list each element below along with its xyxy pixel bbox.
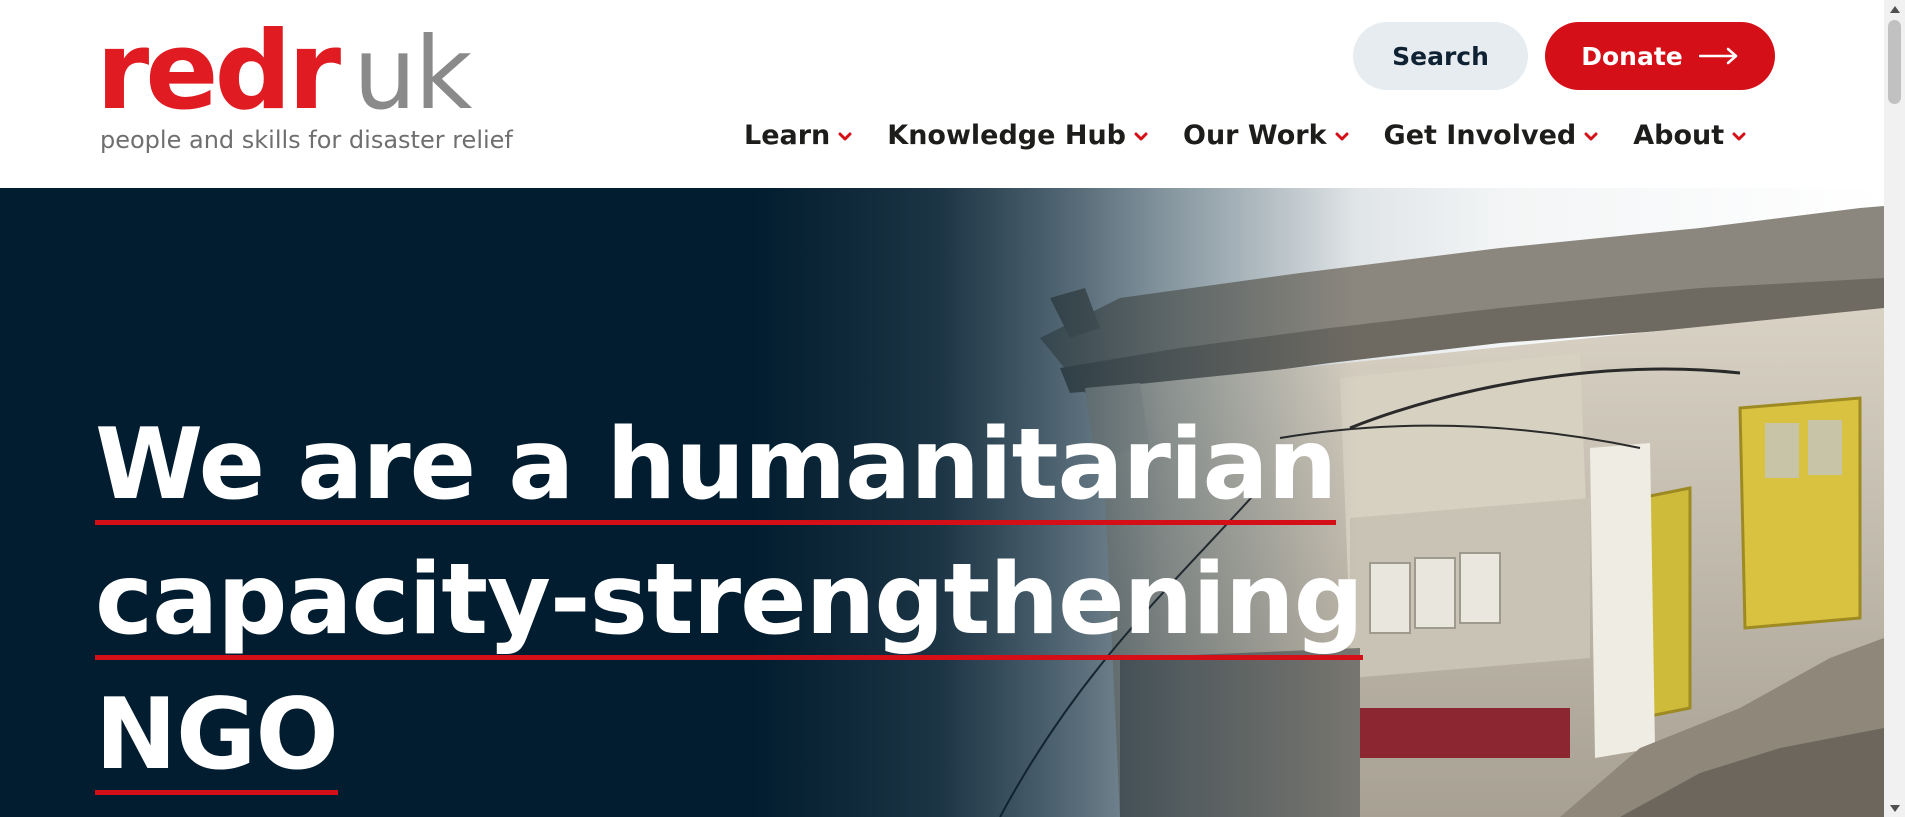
logo-wordmark: redr uk xyxy=(96,18,472,126)
nav-item-label: Learn xyxy=(744,119,831,151)
nav-item-get-involved[interactable]: Get Involved xyxy=(1384,120,1599,151)
scroll-up-arrow-icon[interactable] xyxy=(1884,0,1905,18)
nav-item-label: Knowledge Hub xyxy=(887,119,1126,151)
chevron-down-icon xyxy=(1335,128,1349,142)
donate-button[interactable]: Donate xyxy=(1545,22,1775,90)
site-header: redr uk people and skills for disaster re… xyxy=(0,0,1884,188)
chevron-down-icon xyxy=(1732,128,1746,142)
arrow-right-icon xyxy=(1698,47,1739,65)
nav-item-label: About xyxy=(1633,119,1725,151)
chevron-down-icon xyxy=(838,128,852,142)
search-button-label: Search xyxy=(1392,41,1489,71)
hero-line-2: capacity-strengthening xyxy=(95,533,1364,668)
scroll-down-arrow-icon[interactable] xyxy=(1884,799,1905,817)
nav-item-label: Get Involved xyxy=(1383,119,1577,151)
logo-tagline: people and skills for disaster relief xyxy=(100,126,513,154)
site-logo[interactable]: redr uk people and skills for disaster re… xyxy=(96,18,513,168)
logo-brand-text: redr xyxy=(96,9,341,134)
hero-banner: We are a humanitarian capacity-strengthe… xyxy=(0,188,1884,817)
search-button[interactable]: Search xyxy=(1353,22,1528,90)
nav-item-about[interactable]: About xyxy=(1633,120,1746,151)
hero-line-1: We are a humanitarian xyxy=(95,398,1337,533)
scrollbar-thumb[interactable] xyxy=(1888,20,1901,104)
main-nav: Learn Knowledge Hub Our Work Get Involve… xyxy=(744,110,1746,160)
chevron-down-icon xyxy=(1584,128,1598,142)
hero-heading: We are a humanitarian capacity-strengthe… xyxy=(95,398,1364,803)
logo-suffix-text: uk xyxy=(353,15,472,132)
nav-item-our-work[interactable]: Our Work xyxy=(1183,120,1349,151)
page-scrollbar[interactable] xyxy=(1884,0,1905,817)
nav-item-knowledge-hub[interactable]: Knowledge Hub xyxy=(887,120,1148,151)
nav-item-learn[interactable]: Learn xyxy=(744,120,852,151)
chevron-down-icon xyxy=(1134,128,1148,142)
donate-button-label: Donate xyxy=(1581,41,1683,71)
hero-line-3: NGO xyxy=(95,668,339,803)
nav-item-label: Our Work xyxy=(1183,119,1327,151)
